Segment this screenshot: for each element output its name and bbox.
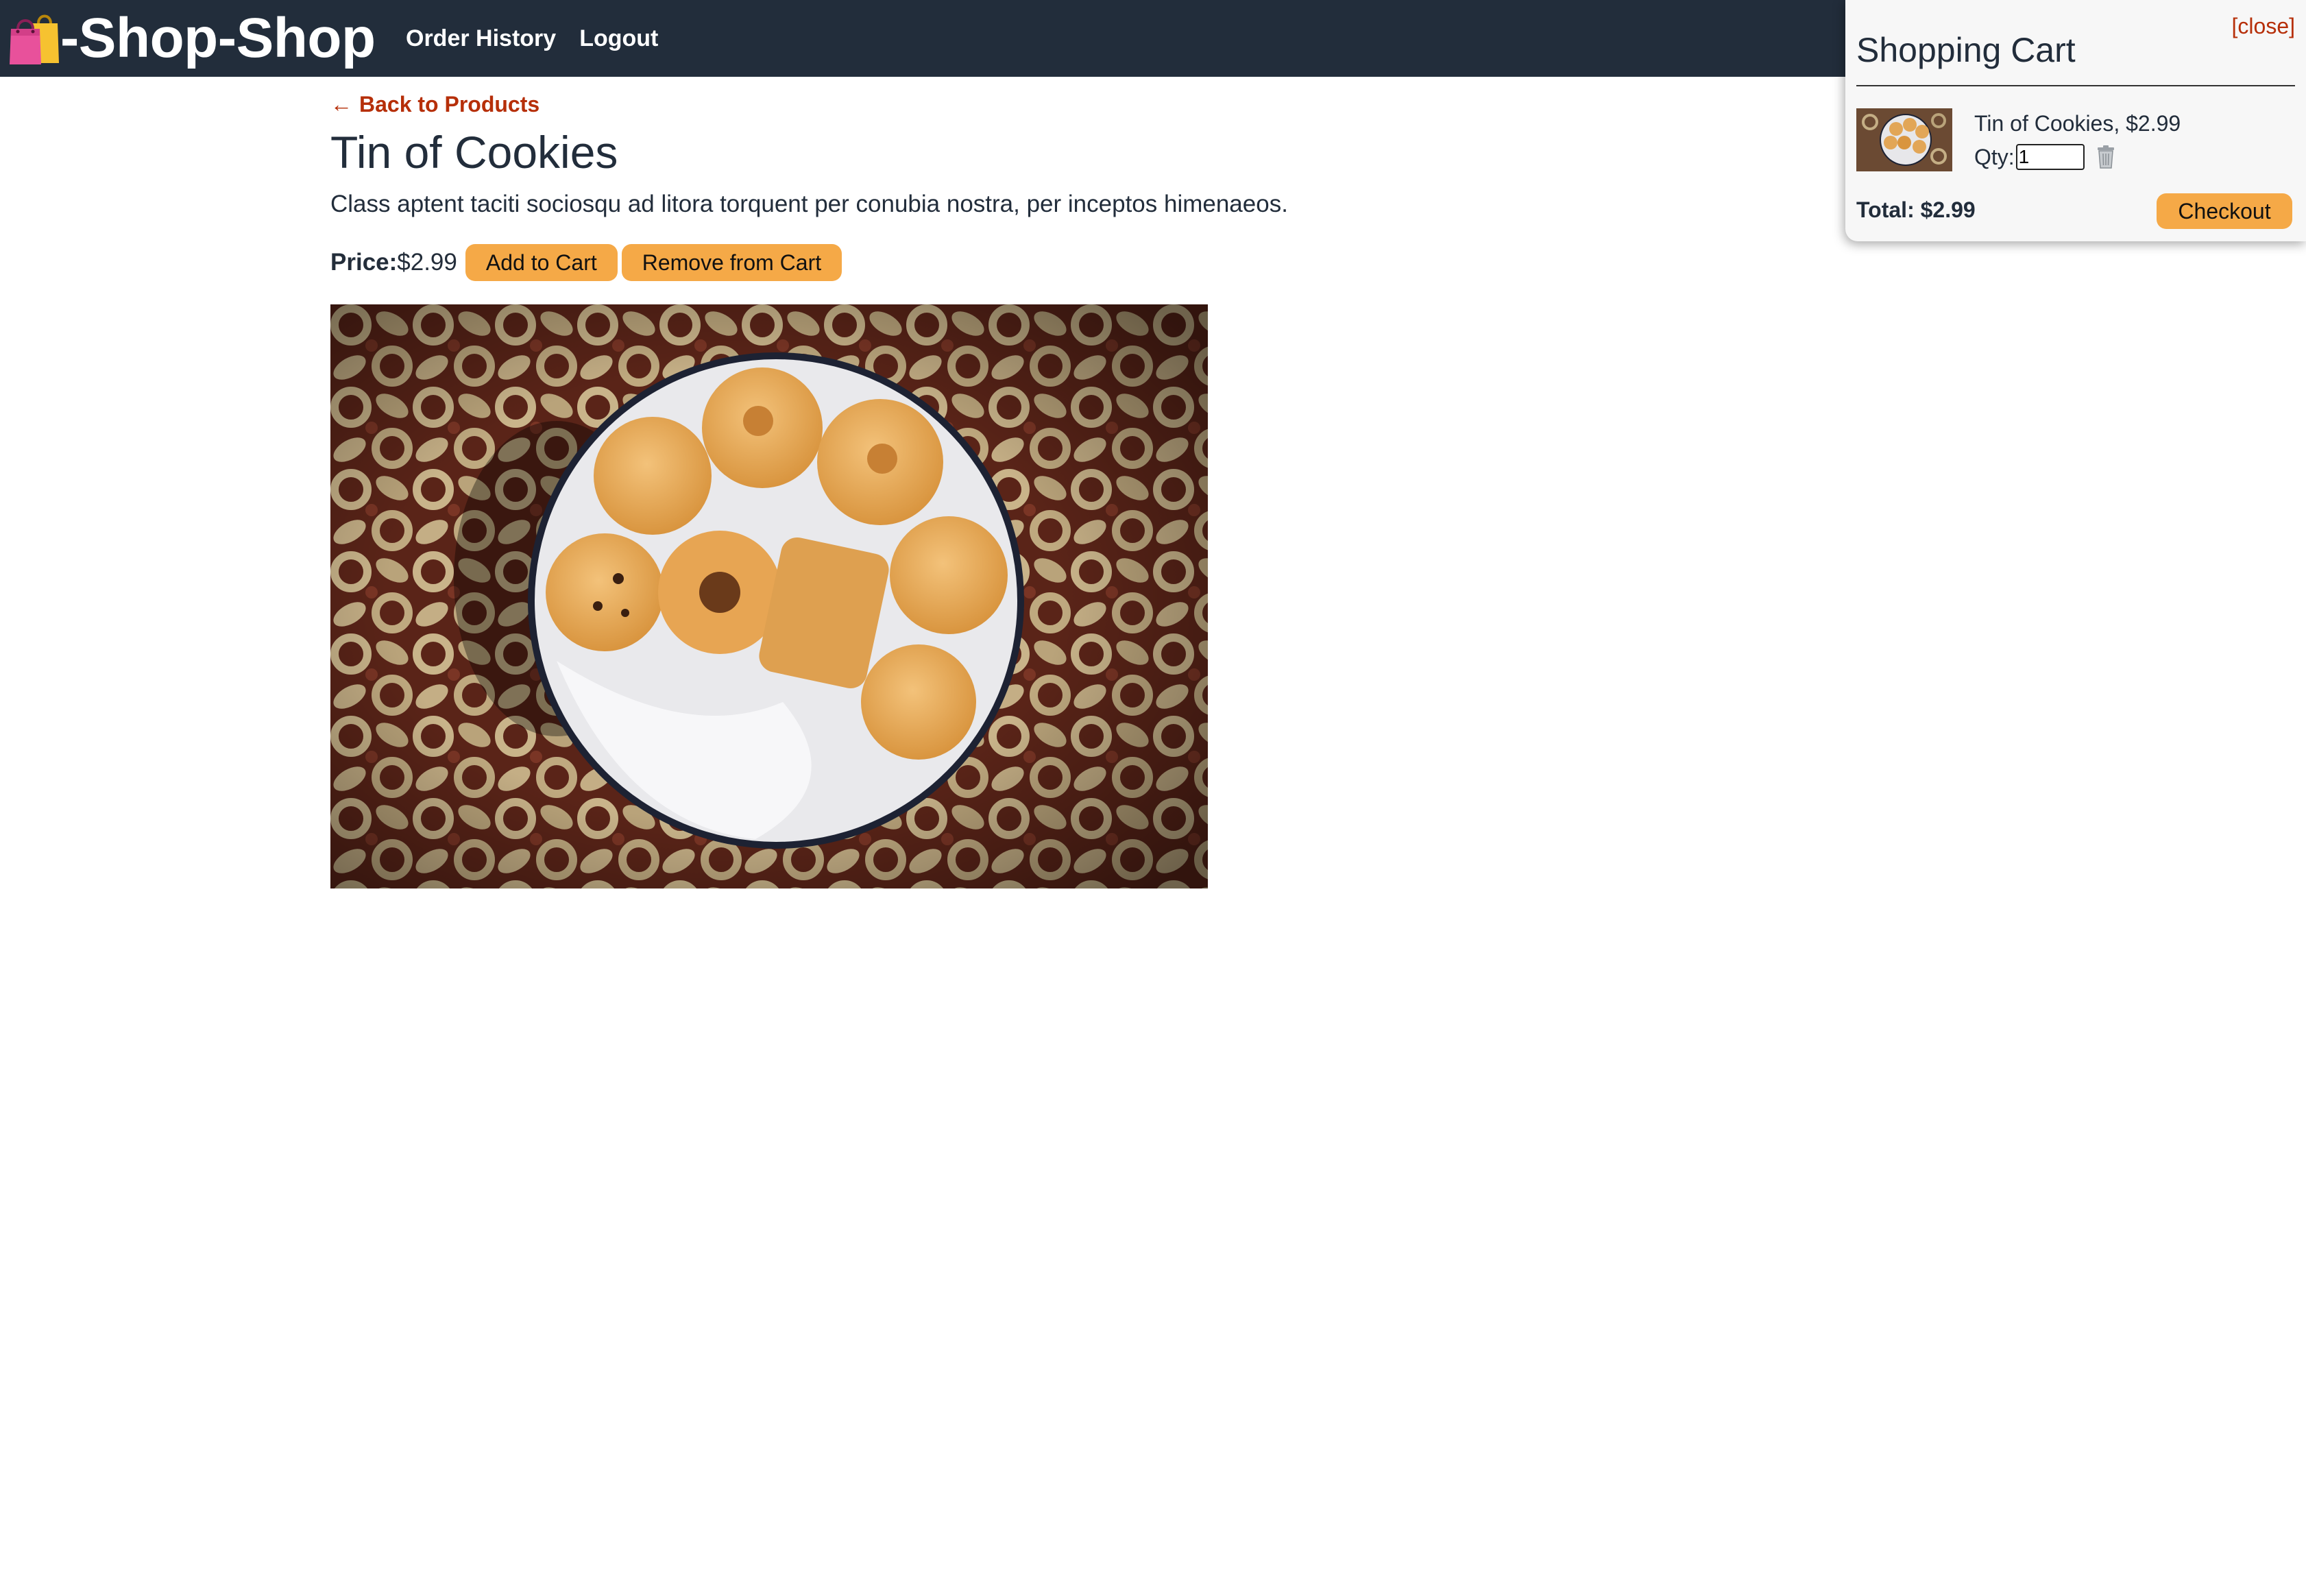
add-to-cart-button[interactable]: Add to Cart (465, 244, 618, 282)
price-value: $2.99 (397, 249, 457, 276)
checkout-button[interactable]: Checkout (2157, 193, 2292, 229)
back-to-products-label: Back to Products (359, 92, 540, 117)
main-nav: Order History Logout (406, 0, 681, 77)
brand-link[interactable]: -Shop-Shop (8, 0, 376, 77)
product-title: Tin of Cookies (330, 127, 618, 178)
back-to-products-link[interactable]: ← Back to Products (330, 92, 539, 117)
brand-title: -Shop-Shop (60, 7, 376, 69)
price-row: Price: $2.99 Add to Cart Remove from Car… (330, 244, 1633, 282)
qty-input[interactable] (2015, 144, 2085, 170)
price-label: Price: (330, 249, 398, 276)
cart-total: Total: $2.99 (1856, 197, 1976, 222)
shopping-cart-panel: [close] Shopping Cart Tin of Cookies, $2… (1845, 0, 2306, 241)
product-image (330, 304, 1208, 889)
product-detail: ← Back to Products Tin of Cookies Class a… (330, 77, 1633, 889)
left-arrow-icon: ← (330, 92, 352, 117)
logout-link[interactable]: Logout (579, 25, 658, 52)
cart-item-name: Tin of Cookies, $2.99 (1974, 111, 2181, 136)
cart-divider (1856, 85, 2295, 86)
cart-close-button[interactable]: [close] (2232, 14, 2295, 39)
product-description: Class aptent taciti sociosqu ad litora t… (330, 190, 1288, 217)
order-history-link[interactable]: Order History (406, 25, 556, 52)
trash-icon[interactable] (2096, 145, 2116, 169)
shopping-bags-icon (8, 8, 60, 66)
remove-from-cart-button[interactable]: Remove from Cart (621, 244, 842, 282)
cart-item-thumbnail (1856, 108, 1952, 171)
cart-title: Shopping Cart (1856, 31, 2076, 69)
qty-label: Qty: (1974, 144, 2015, 169)
cart-item-quantity: Qty: (1974, 144, 2116, 170)
